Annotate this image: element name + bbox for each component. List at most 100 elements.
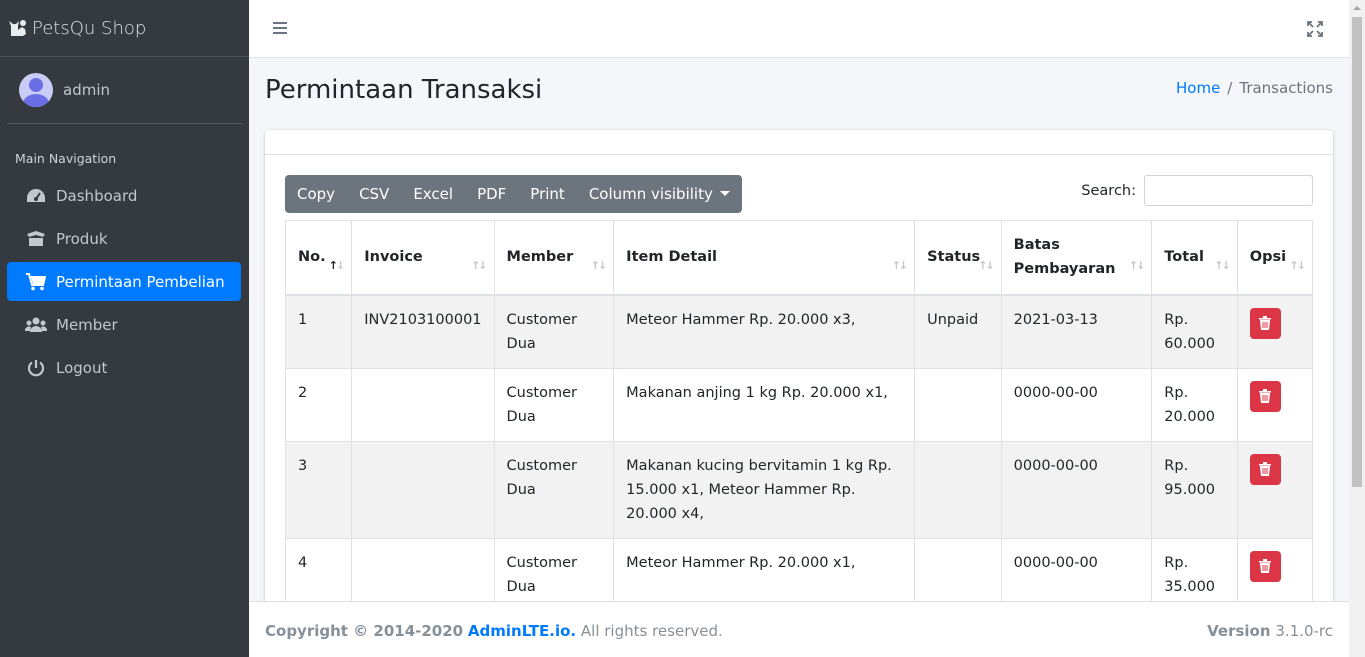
cell-total: Rp. 95.000 bbox=[1151, 440, 1238, 539]
column-label: Status bbox=[927, 249, 981, 266]
column-header-no[interactable]: No. ↑↓ bbox=[284, 220, 353, 296]
column-label: Batas Pembayaran bbox=[1013, 237, 1116, 278]
breadcrumb-separator: / bbox=[1227, 79, 1233, 97]
column-label: No. bbox=[298, 249, 326, 266]
sort-icon: ↑↓ bbox=[1289, 258, 1307, 272]
fullscreen-icon[interactable] bbox=[1307, 21, 1323, 37]
table-row: 4 Customer Dua Meteor Hammer Rp. 20.000 … bbox=[284, 537, 1314, 601]
table-row: 2 Customer Dua Makanan anjing 1 kg Rp. 2… bbox=[284, 367, 1314, 442]
column-header-total[interactable]: Total ↑↓ bbox=[1151, 220, 1238, 296]
brand-link[interactable]: PetsQu Shop bbox=[0, 0, 249, 57]
sidebar: PetsQu Shop admin Main Navigation Dashbo… bbox=[0, 0, 249, 657]
column-label: Member bbox=[506, 249, 574, 266]
delete-button[interactable] bbox=[1249, 550, 1281, 582]
cell-member: Customer Dua bbox=[493, 367, 615, 442]
card-header bbox=[265, 130, 1333, 155]
cell-item-detail: Makanan anjing 1 kg Rp. 20.000 x1, bbox=[613, 367, 916, 442]
scroll-up-arrow-icon[interactable] bbox=[1349, 0, 1365, 16]
search-input[interactable] bbox=[1144, 175, 1313, 206]
cell-total: Rp. 20.000 bbox=[1151, 367, 1238, 442]
column-label: Invoice bbox=[364, 249, 423, 266]
column-header-invoice[interactable]: Invoice ↑↓ bbox=[351, 220, 495, 296]
box-open-icon bbox=[25, 229, 47, 249]
shopping-cart-icon bbox=[25, 272, 47, 292]
sort-icon: ↑↓ bbox=[978, 258, 995, 272]
cell-invoice: INV2103100001 bbox=[351, 294, 495, 369]
sidebar-item-produk[interactable]: Produk bbox=[7, 219, 241, 258]
copy-button[interactable]: Copy bbox=[285, 175, 347, 213]
sidebar-item-label: Member bbox=[56, 315, 118, 334]
cell-status bbox=[914, 367, 1002, 442]
delete-button[interactable] bbox=[1249, 307, 1281, 339]
sort-icon: ↑↓ bbox=[471, 258, 488, 272]
breadcrumb-home-link[interactable]: Home bbox=[1176, 79, 1220, 97]
brand-name: PetsQu Shop bbox=[32, 17, 147, 39]
version-number: 3.1.0-rc bbox=[1275, 622, 1333, 640]
caret-down-icon bbox=[719, 191, 730, 196]
sidebar-item-label: Logout bbox=[56, 358, 108, 377]
excel-button[interactable]: Excel bbox=[401, 175, 465, 213]
delete-button[interactable] bbox=[1249, 453, 1281, 485]
column-header-opsi[interactable]: Opsi ↑↓ bbox=[1236, 220, 1314, 296]
pdf-button[interactable]: PDF bbox=[465, 175, 518, 213]
sidebar-item-label: Permintaan Pembelian bbox=[56, 272, 225, 291]
avatar bbox=[19, 73, 53, 107]
search-box: Search: bbox=[1081, 175, 1313, 206]
page-scrollbar[interactable] bbox=[1349, 0, 1365, 657]
cell-total: Rp. 60.000 bbox=[1151, 294, 1238, 369]
cell-total: Rp. 35.000 bbox=[1151, 537, 1238, 601]
delete-button[interactable] bbox=[1249, 380, 1281, 412]
sort-asc-icon: ↑↓ bbox=[328, 258, 346, 272]
cell-status bbox=[914, 537, 1002, 601]
cell-options bbox=[1236, 294, 1314, 369]
cell-deadline: 2021-03-13 bbox=[1000, 294, 1153, 369]
footer-copyright: Copyright © 2014-2020 AdminLTE.io. All r… bbox=[265, 622, 723, 640]
column-header-batas-pembayaran[interactable]: Batas Pembayaran ↑↓ bbox=[1000, 220, 1153, 296]
adminlte-link[interactable]: AdminLTE.io. bbox=[468, 622, 576, 640]
sidebar-item-label: Produk bbox=[56, 229, 108, 248]
menu-toggle-icon[interactable] bbox=[273, 22, 287, 35]
column-header-member[interactable]: Member ↑↓ bbox=[493, 220, 615, 296]
table-row: 3 Customer Dua Makanan kucing bervitamin… bbox=[284, 440, 1314, 539]
transactions-table: No. ↑↓ Invoice ↑↓ Member ↑↓ Item Detail ↑↓ S… bbox=[284, 220, 1314, 601]
sidebar-item-member[interactable]: Member bbox=[7, 305, 241, 344]
column-header-item-detail[interactable]: Item Detail ↑↓ bbox=[613, 220, 916, 296]
sidebar-item-permintaan-pembelian[interactable]: Permintaan Pembelian bbox=[7, 262, 241, 301]
sort-icon: ↑↓ bbox=[891, 258, 909, 272]
export-button-group: Copy CSV Excel PDF Print Column visibili… bbox=[285, 175, 742, 213]
top-navbar bbox=[249, 0, 1349, 58]
cell-invoice bbox=[351, 537, 495, 601]
cell-options bbox=[1236, 440, 1314, 539]
csv-button[interactable]: CSV bbox=[347, 175, 401, 213]
page-title: Permintaan Transaksi bbox=[265, 75, 543, 105]
cell-member: Customer Dua bbox=[493, 537, 615, 601]
breadcrumb: Home / Transactions bbox=[1176, 79, 1333, 97]
sidebar-item-logout[interactable]: Logout bbox=[7, 348, 241, 387]
cell-item-detail: Meteor Hammer Rp. 20.000 x3, bbox=[613, 294, 916, 369]
cat-logo-icon bbox=[8, 18, 28, 38]
sort-icon: ↑↓ bbox=[1128, 258, 1146, 272]
user-panel[interactable]: admin bbox=[7, 57, 242, 124]
cell-status bbox=[914, 440, 1002, 539]
cell-item-detail: Makanan kucing bervitamin 1 kg Rp. 15.00… bbox=[613, 440, 916, 539]
table-header-row: No. ↑↓ Invoice ↑↓ Member ↑↓ Item Detail ↑↓ S… bbox=[284, 220, 1314, 296]
copyright-text: Copyright © 2014-2020 bbox=[265, 622, 464, 640]
user-name[interactable]: admin bbox=[63, 81, 110, 99]
power-off-icon bbox=[25, 358, 47, 378]
sort-icon: ↑↓ bbox=[1214, 258, 1231, 272]
footer-version: Version 3.1.0-rc bbox=[1207, 622, 1333, 640]
trash-icon bbox=[1259, 316, 1272, 330]
version-label: Version bbox=[1207, 622, 1271, 640]
column-visibility-button[interactable]: Column visibility bbox=[577, 175, 742, 213]
cell-options bbox=[1236, 367, 1314, 442]
scroll-thumb[interactable] bbox=[1352, 17, 1362, 487]
breadcrumb-current: Transactions bbox=[1239, 79, 1333, 97]
print-button[interactable]: Print bbox=[518, 175, 577, 213]
cell-status: Unpaid bbox=[914, 294, 1002, 369]
column-header-status[interactable]: Status ↑↓ bbox=[914, 220, 1002, 296]
content-wrapper: Permintaan Transaksi Home / Transactions C… bbox=[249, 58, 1349, 601]
sidebar-item-dashboard[interactable]: Dashboard bbox=[7, 176, 241, 215]
table-row: 1 INV2103100001 Customer Dua Meteor Hamm… bbox=[284, 294, 1314, 369]
cell-no: 2 bbox=[284, 367, 353, 442]
cell-member: Customer Dua bbox=[493, 440, 615, 539]
